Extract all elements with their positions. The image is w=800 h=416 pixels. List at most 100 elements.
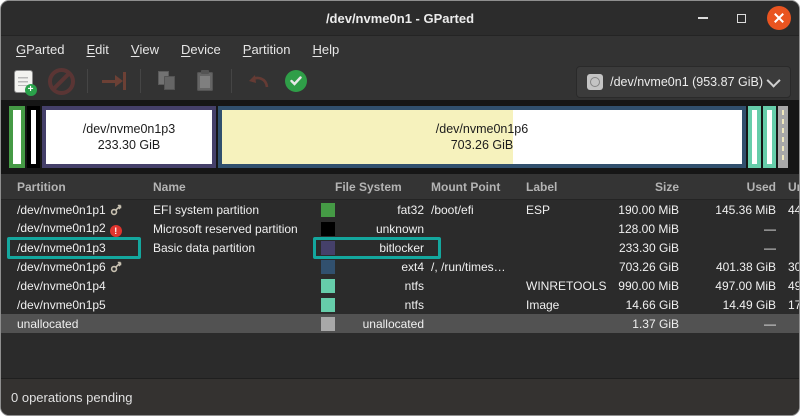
resize-move-button[interactable] xyxy=(98,66,130,96)
toolbar-separator xyxy=(231,69,232,93)
paste-partition-button[interactable] xyxy=(189,66,221,96)
cell-used: 401.38 GiB xyxy=(683,257,780,276)
cell-mount-point xyxy=(429,219,523,238)
filesystem-name: ntfs xyxy=(405,279,424,293)
delete-partition-button[interactable] xyxy=(45,66,77,96)
new-document-icon: + xyxy=(15,71,32,92)
menu-gparted[interactable]: GParted xyxy=(5,36,75,62)
column-header-size[interactable]: Size xyxy=(595,174,683,200)
column-header-unused[interactable]: Unused xyxy=(780,174,799,200)
menu-partition[interactable]: Partition xyxy=(232,36,302,62)
cell-name xyxy=(151,314,315,333)
menu-device[interactable]: Device xyxy=(170,36,232,62)
cell-filesystem: ext4 xyxy=(315,257,429,276)
menu-view[interactable]: View xyxy=(120,36,170,62)
copy-icon xyxy=(156,70,178,92)
copy-partition-button[interactable] xyxy=(151,66,183,96)
disk-visual-bar: /dev/nvme0n1p3233.30 GiB/dev/nvme0n1p670… xyxy=(9,106,791,168)
disk-segment-/dev/nvme0n1p3[interactable]: /dev/nvme0n1p3233.30 GiB xyxy=(42,106,216,168)
disk-segment-/dev/nvme0n1p6[interactable]: /dev/nvme0n1p6703.26 GiB xyxy=(218,106,746,168)
cell-unused: 493.0 xyxy=(780,276,799,295)
disk-segment-label: /dev/nvme0n1p6703.26 GiB xyxy=(222,110,742,164)
cell-partition: unallocated xyxy=(1,314,151,333)
cell-size: 233.30 GiB xyxy=(595,238,683,257)
cell-unused xyxy=(780,219,799,238)
filesystem-name: ntfs xyxy=(405,298,424,312)
cell-mount-point xyxy=(429,314,523,333)
gparted-window: /dev/nvme0n1 - GParted GParted Edit View… xyxy=(0,0,800,416)
table-row[interactable]: /dev/nvme0n1p6ext4/, /run/times…703.26 G… xyxy=(1,257,799,276)
column-header-partition[interactable]: Partition xyxy=(1,174,151,200)
minimize-button[interactable] xyxy=(691,6,715,30)
disk-segment-ntfs[interactable] xyxy=(763,106,776,168)
disk-segment-unallocated[interactable] xyxy=(778,106,788,168)
filesystem-color-swatch xyxy=(321,241,335,255)
new-partition-button[interactable]: + xyxy=(7,66,39,96)
table-row[interactable]: /dev/nvme0n1p2!Microsoft reserved partit… xyxy=(1,219,799,238)
cell-partition: /dev/nvme0n1p6 xyxy=(1,257,151,276)
column-header-name[interactable]: Name xyxy=(151,174,315,200)
partition-table-area[interactable]: PartitionNameFile SystemMount PointLabel… xyxy=(1,174,799,378)
plus-badge-icon: + xyxy=(25,84,37,96)
maximize-button[interactable] xyxy=(729,6,753,30)
cell-mount-point xyxy=(429,276,523,295)
partition-table: PartitionNameFile SystemMount PointLabel… xyxy=(1,174,799,333)
menu-help[interactable]: Help xyxy=(301,36,350,62)
cell-unused xyxy=(780,238,799,257)
column-header-file-system[interactable]: File System xyxy=(315,174,429,200)
table-body: /dev/nvme0n1p1EFI system partitionfat32/… xyxy=(1,200,799,334)
cell-used: — xyxy=(683,314,780,333)
apply-button[interactable] xyxy=(280,66,312,96)
table-row[interactable]: /dev/nvme0n1p4ntfsWINRETOOLS990.00 MiB49… xyxy=(1,276,799,295)
cell-used: 14.49 GiB xyxy=(683,295,780,314)
table-row[interactable]: unallocatedunallocated1.37 GiB— xyxy=(1,314,799,333)
cell-filesystem: unallocated xyxy=(315,314,429,333)
close-button[interactable] xyxy=(767,6,791,30)
cell-filesystem: ntfs xyxy=(315,276,429,295)
filesystem-name: bitlocker xyxy=(379,241,424,255)
titlebar[interactable]: /dev/nvme0n1 - GParted xyxy=(1,1,799,36)
menu-edit[interactable]: Edit xyxy=(75,36,119,62)
apply-check-icon xyxy=(285,70,307,92)
filesystem-color-swatch xyxy=(321,279,335,293)
cell-name: Basic data partition xyxy=(151,238,315,257)
cell-name: Microsoft reserved partition xyxy=(151,219,315,238)
column-header-used[interactable]: Used xyxy=(683,174,780,200)
operations-pending-text: 0 operations pending xyxy=(11,390,132,405)
cell-label xyxy=(523,257,595,276)
column-header-mount-point[interactable]: Mount Point xyxy=(429,174,523,200)
cell-partition: /dev/nvme0n1p1 xyxy=(1,200,151,220)
cell-size: 190.00 MiB xyxy=(595,200,683,220)
disk-segment-ntfs[interactable] xyxy=(748,106,761,168)
cell-size: 14.66 GiB xyxy=(595,295,683,314)
table-header-row: PartitionNameFile SystemMount PointLabel… xyxy=(1,174,799,200)
filesystem-color-swatch xyxy=(321,317,335,331)
toolbar-separator xyxy=(87,69,88,93)
cell-label: Image xyxy=(523,295,595,314)
filesystem-color-swatch xyxy=(321,298,335,312)
disk-segment-label: /dev/nvme0n1p3233.30 GiB xyxy=(46,110,212,164)
cell-filesystem: ntfs xyxy=(315,295,429,314)
cell-partition: /dev/nvme0n1p3 xyxy=(1,238,151,257)
filesystem-name: unallocated xyxy=(363,317,424,331)
key-icon xyxy=(110,203,123,216)
paste-icon xyxy=(197,72,213,91)
table-row[interactable]: /dev/nvme0n1p5ntfsImage14.66 GiB14.49 Gi… xyxy=(1,295,799,314)
warning-icon: ! xyxy=(110,225,122,237)
table-row[interactable]: /dev/nvme0n1p1EFI system partitionfat32/… xyxy=(1,200,799,220)
disk-segment-unknown[interactable] xyxy=(27,106,40,168)
cell-mount-point xyxy=(429,238,523,257)
cell-name xyxy=(151,276,315,295)
cell-unused: 44.6 xyxy=(780,200,799,220)
partition-path: /dev/nvme0n1p6 xyxy=(17,260,106,274)
disk-segment-fat32[interactable] xyxy=(9,106,25,168)
cell-unused xyxy=(780,314,799,333)
cell-size: 128.00 MiB xyxy=(595,219,683,238)
column-header-label[interactable]: Label xyxy=(523,174,595,200)
chevron-down-icon xyxy=(767,74,781,88)
table-row[interactable]: /dev/nvme0n1p3Basic data partition bitloc… xyxy=(1,238,799,257)
window-controls xyxy=(691,1,791,35)
device-selector[interactable]: /dev/nvme0n1 (953.87 GiB) xyxy=(576,66,791,98)
undo-button[interactable] xyxy=(242,66,274,96)
cell-mount-point xyxy=(429,295,523,314)
